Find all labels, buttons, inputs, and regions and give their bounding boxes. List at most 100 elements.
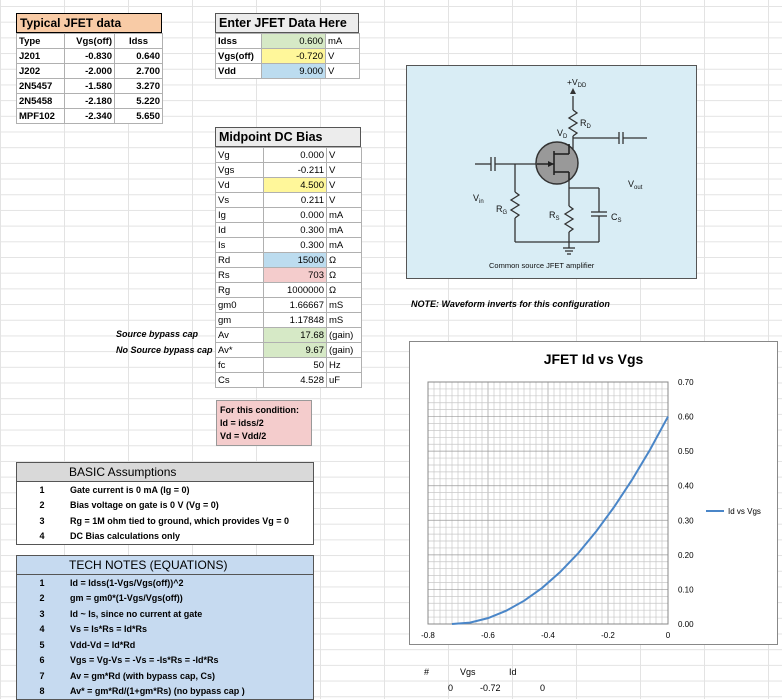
bias-value: 1.17848 — [263, 312, 327, 328]
assumptions-title: BASIC Assumptions — [17, 463, 313, 482]
bias-value: 9.67 — [263, 342, 327, 358]
note-row: 2 gm = gm0*(1-Vgs/Vgs(off)) — [17, 591, 248, 607]
row-index: 0 — [448, 683, 454, 693]
bias-row: Cs 4.528 uF — [215, 372, 362, 388]
note-text: Gate current is 0 mA (Ig = 0) — [70, 484, 190, 495]
col-type: Type — [16, 33, 65, 49]
enter-title: Enter JFET Data Here — [215, 13, 359, 33]
condition-box: For this condition: Id = idss/2 Vd = Vdd… — [216, 400, 312, 446]
y-tick-label: 0.60 — [678, 413, 694, 422]
note-row: 7 Av = gm*Rd (with bypass cap, Cs) — [17, 668, 248, 684]
note-number: 3 — [39, 515, 45, 526]
bias-row: Ig 0.000 mA — [215, 207, 362, 223]
vdd-input[interactable]: 9.000 — [261, 63, 326, 79]
note-number: 4 — [39, 624, 45, 635]
row-id: 0 — [540, 683, 546, 693]
bias-value: 0.000 — [263, 147, 327, 163]
bias-label: gm0 — [215, 297, 264, 313]
circuit-caption: Common source JFET amplifier — [489, 261, 595, 270]
vdd-label-text: +VDD — [567, 77, 587, 89]
note-row: 1 Id = Idss(1-Vgs/Vgs(off))^2 — [17, 575, 248, 591]
note-text: Bias voltage on gate is 0 V (Vg = 0) — [70, 500, 219, 511]
vdd-unit: V — [325, 63, 360, 79]
x-tick-label: -0.4 — [541, 631, 555, 640]
y-tick-label: 0.40 — [678, 482, 694, 491]
note-text: Vs = Is*Rs = Id*Rs — [70, 624, 148, 635]
vgsoff-cell: -2.180 — [64, 93, 115, 109]
vgsoff-input[interactable]: -0.720 — [261, 48, 326, 64]
bias-label: Av* — [215, 342, 264, 358]
condition-line1: For this condition: — [220, 405, 299, 415]
bias-row: Vs 0.211 V — [215, 192, 362, 208]
note-text: Id = Idss(1-Vgs/Vgs(off))^2 — [70, 577, 184, 588]
bias-row: Rg 1000000 Ω — [215, 282, 362, 298]
bias-row: Rs 703 Ω — [215, 267, 362, 283]
bias-unit: (gain) — [326, 327, 362, 343]
typical-row: MPF102 -2.340 5.650 — [16, 108, 163, 124]
idss-cell: 2.700 — [114, 63, 163, 79]
note-number: 2 — [39, 593, 45, 604]
col-idss: Idss — [114, 33, 163, 49]
idss-unit: mA — [325, 33, 360, 49]
typical-row: 2N5457 -1.580 3.270 — [16, 78, 163, 94]
technotes-box: TECH NOTES (EQUATIONS) 1 Id = Idss(1-Vgs/… — [16, 555, 314, 700]
typical-title: Typical JFET data — [16, 13, 162, 33]
note-text: Av = gm*Rd (with bypass cap, Cs) — [70, 670, 215, 681]
bias-label: Ig — [215, 207, 264, 223]
typical-row: J201 -0.830 0.640 — [16, 48, 163, 64]
bias-value: 1000000 — [263, 282, 327, 298]
x-tick-label: -0.8 — [421, 631, 435, 640]
type-cell: 2N5457 — [16, 78, 65, 94]
bias-row: Av* 9.67 (gain) — [215, 342, 362, 358]
condition-line2: Id = idss/2 — [220, 418, 264, 428]
vgsoff-cell: -2.000 — [64, 63, 115, 79]
y-tick-label: 0.50 — [678, 447, 694, 456]
col-vgsoff: Vgs(off) — [64, 33, 115, 49]
x-tick-label: -0.6 — [481, 631, 495, 640]
note-row: 6 Vgs = Vg-Vs = -Vs = -Is*Rs = -Id*Rs — [17, 653, 248, 669]
typical-jfet-table: Typical JFET data Type Vgs(off) Idss J20… — [16, 13, 163, 124]
chart-plot: -0.8 -0.6 -0.4 -0.2 0 0.00 0.10 0.20 0.30 0.40 0.5… — [421, 378, 761, 640]
bias-value: 1.66667 — [263, 297, 327, 313]
bias-label: Vs — [215, 192, 264, 208]
bias-row: Is 0.300 mA — [215, 237, 362, 253]
y-tick-label: 0.00 — [678, 620, 694, 629]
vgs-header: Vgs — [460, 667, 476, 677]
idss-input[interactable]: 0.600 — [261, 33, 326, 49]
note-number: 6 — [39, 655, 45, 666]
type-cell: 2N5458 — [16, 93, 65, 109]
bias-unit: (gain) — [326, 342, 362, 358]
vgsoff-cell: -1.580 — [64, 78, 115, 94]
bias-unit: Ω — [326, 252, 362, 268]
note-text: Id ~ Is, since no current at gate — [70, 608, 203, 619]
type-cell: J202 — [16, 63, 65, 79]
bias-value: 0.300 — [263, 222, 327, 238]
note-number: 7 — [39, 670, 45, 681]
note-number: 1 — [39, 577, 45, 588]
assumptions-box: BASIC Assumptions 1 Gate current is 0 mA … — [16, 462, 314, 545]
waveform-note: NOTE: Waveform inverts for this configur… — [411, 299, 610, 309]
side-avstar-label: No Source bypass cap — [116, 345, 213, 355]
typical-row: 2N5458 -2.180 5.220 — [16, 93, 163, 109]
enter-jfet-table: Enter JFET Data Here Idss 0.600 mA Vgs(o… — [215, 13, 360, 79]
bias-row: fc 50 Hz — [215, 357, 362, 373]
note-number: 5 — [39, 639, 45, 650]
y-tick-label: 0.70 — [678, 378, 694, 387]
note-text: DC Bias calculations only — [70, 531, 181, 542]
idss-label: Idss — [215, 33, 262, 49]
bias-row: Vg 0.000 V — [215, 147, 362, 163]
id-vs-vgs-chart[interactable]: JFET Id vs Vgs -0.8 -0.6 -0.4 -0.2 0 0.00 0.10… — [409, 341, 778, 645]
vout-label-text: Vout — [628, 179, 643, 191]
vgsoff-unit: V — [325, 48, 360, 64]
bias-value: -0.211 — [263, 162, 327, 178]
bias-label: Vd — [215, 177, 264, 193]
bias-label: Vgs — [215, 162, 264, 178]
bias-row: Vd 4.500 V — [215, 177, 362, 193]
bias-unit: V — [326, 192, 362, 208]
bias-row: Vgs -0.211 V — [215, 162, 362, 178]
typical-grid: Type Vgs(off) Idss J201 -0.830 0.640 J202 -2… — [16, 33, 163, 124]
vgsoff-cell: -2.340 — [64, 108, 115, 124]
bias-unit: mA — [326, 222, 362, 238]
rs-label-text: RS — [549, 210, 560, 222]
vgsoff-label: Vgs(off) — [215, 48, 262, 64]
